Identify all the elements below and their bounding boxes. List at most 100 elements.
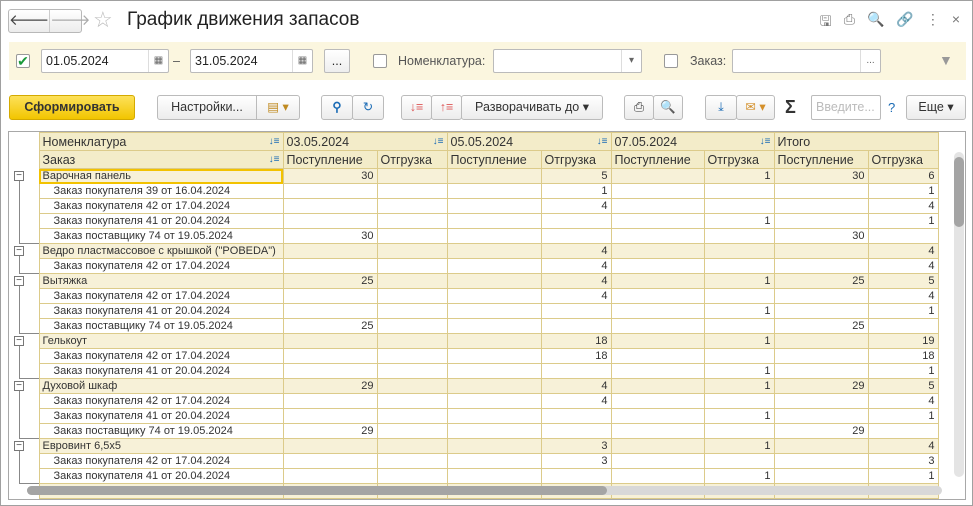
collapse-icon[interactable]: − xyxy=(14,440,24,451)
column-header[interactable]: Поступление xyxy=(282,150,378,169)
order-checkbox[interactable] xyxy=(664,54,678,68)
report-table[interactable]: Номенклатура ↓≡ 03.05.2024 ↓≡ 05.05.2024 ↓≡ 07… xyxy=(8,131,966,500)
calendar-icon[interactable]: ▦ xyxy=(292,50,312,72)
period-select-button[interactable]: ... xyxy=(324,49,350,73)
collapse-icon[interactable]: − xyxy=(14,335,24,346)
select-icon[interactable]: ... xyxy=(860,50,880,72)
forward-button[interactable]: 🡒 xyxy=(49,10,90,32)
table-row[interactable]: Заказ покупателя 42 от 17.04.2024 4 4 xyxy=(9,393,939,409)
more-vert-icon[interactable]: ⋮ xyxy=(926,11,940,35)
column-header[interactable]: Отгрузка xyxy=(703,150,775,169)
email-icon[interactable]: ✉ ▾ xyxy=(736,95,775,120)
search-icon[interactable]: ⚲ xyxy=(321,95,353,120)
favorite-star-icon[interactable]: ☆ xyxy=(93,7,113,33)
column-header[interactable]: Поступление xyxy=(446,150,542,169)
table-row[interactable]: Заказ покупателя 41 от 20.04.2024 1 1 xyxy=(9,408,939,424)
generate-button[interactable]: Сформировать xyxy=(9,95,135,120)
column-header[interactable]: Отгрузка xyxy=(867,150,939,169)
nomenclature-field[interactable]: ▾ xyxy=(493,49,642,73)
cell-value: 4 xyxy=(867,243,939,259)
cell-value xyxy=(610,273,705,289)
back-button[interactable]: 🡐 xyxy=(9,10,49,32)
group-row[interactable]: − Вытяжка 25 4 1 25 5 xyxy=(9,273,939,289)
help-icon[interactable]: ? xyxy=(888,100,895,115)
cell-value xyxy=(540,213,612,229)
expand-to-button[interactable]: Разворачивать до ▾ xyxy=(461,95,603,120)
collapse-icon[interactable]: − xyxy=(14,380,24,391)
preview-icon[interactable]: 🔍 xyxy=(867,11,884,35)
table-row[interactable]: Заказ покупателя 42 от 17.04.2024 4 4 xyxy=(9,198,939,214)
sum-icon[interactable]: Σ xyxy=(785,97,796,118)
column-header[interactable]: Поступление xyxy=(610,150,705,169)
column-header[interactable]: 03.05.2024 ↓≡ xyxy=(282,132,448,151)
more-button[interactable]: Еще ▾ xyxy=(906,95,966,120)
table-row[interactable]: Заказ поставщику 74 от 19.05.2024 30 30 xyxy=(9,228,939,244)
table-row[interactable]: Заказ поставщику 74 от 19.05.2024 25 25 xyxy=(9,318,939,334)
column-header[interactable]: Заказ ↓≡ xyxy=(38,150,284,169)
group-row[interactable]: − Варочная панель 30 5 1 30 6 xyxy=(9,168,939,184)
search-next-icon[interactable]: ↻ xyxy=(352,95,384,120)
column-header[interactable]: Отгрузка xyxy=(376,150,448,169)
cell-value: 30 xyxy=(773,168,869,184)
close-icon[interactable]: × xyxy=(952,11,960,35)
cell-value xyxy=(446,468,542,484)
table-row[interactable]: Заказ покупателя 42 от 17.04.2024 3 3 xyxy=(9,453,939,469)
row-name: Вытяжка xyxy=(38,273,284,289)
chevron-down-icon[interactable]: ▾ xyxy=(621,50,641,72)
cell-value: 25 xyxy=(773,273,869,289)
settings-button[interactable]: Настройки... xyxy=(157,95,257,120)
table-row[interactable]: Заказ покупателя 41 от 20.04.2024 1 1 xyxy=(9,363,939,379)
column-header[interactable]: Итого xyxy=(773,132,939,151)
table-row[interactable]: Заказ покупателя 42 от 17.04.2024 4 4 xyxy=(9,258,939,274)
link-icon[interactable]: 🔗 xyxy=(896,11,913,35)
group-row[interactable]: − Евровинт 6,5x5 3 1 4 xyxy=(9,438,939,454)
filter-icon[interactable]: ▼ xyxy=(939,52,953,68)
cell-value: 3 xyxy=(867,453,939,469)
table-row[interactable]: Заказ покупателя 42 от 17.04.2024 18 18 xyxy=(9,348,939,364)
vertical-scrollbar[interactable] xyxy=(954,152,964,477)
date-to-field[interactable]: 31.05.2024 ▦ xyxy=(190,49,313,73)
table-row[interactable]: Заказ покупателя 42 от 17.04.2024 4 4 xyxy=(9,288,939,304)
expand-all-icon[interactable]: ↓≡ xyxy=(401,95,432,120)
column-header[interactable]: Номенклатура ↓≡ xyxy=(38,132,284,151)
order-field[interactable]: ... xyxy=(732,49,881,73)
column-header[interactable]: 05.05.2024 ↓≡ xyxy=(446,132,612,151)
collapse-icon[interactable]: − xyxy=(14,275,24,286)
nomenclature-checkbox[interactable] xyxy=(373,54,387,68)
collapse-icon[interactable]: − xyxy=(14,245,24,256)
print-icon[interactable]: ⎙ xyxy=(624,95,654,120)
calendar-icon[interactable]: ▦ xyxy=(148,50,168,72)
sum-field[interactable]: Введите... xyxy=(811,95,881,120)
print-icon[interactable]: ⎙ xyxy=(844,11,855,35)
sort-icon[interactable]: ↓≡ xyxy=(269,152,280,168)
variant-menu-button[interactable]: ▤ ▾ xyxy=(256,95,300,120)
date-from-field[interactable]: 01.05.2024 ▦ xyxy=(41,49,169,73)
sort-icon[interactable]: ↓≡ xyxy=(269,134,280,150)
column-header[interactable]: Поступление xyxy=(773,150,869,169)
sort-icon[interactable]: ↓≡ xyxy=(433,134,444,150)
download-icon[interactable]: ⤓ xyxy=(705,95,737,120)
group-row[interactable]: − Гелькоут 18 1 19 xyxy=(9,333,939,349)
collapse-all-icon[interactable]: ↑≡ xyxy=(431,95,462,120)
group-row[interactable]: − Духовой шкаф 29 4 1 29 5 xyxy=(9,378,939,394)
period-checkbox[interactable]: ✔ xyxy=(16,54,30,68)
column-header[interactable]: 07.05.2024 ↓≡ xyxy=(610,132,775,151)
group-row[interactable]: − Ведро пластмассовое с крышкой ("POBEDA"… xyxy=(9,243,939,259)
table-row[interactable]: Заказ поставщику 74 от 19.05.2024 29 29 xyxy=(9,423,939,439)
sort-icon[interactable]: ↓≡ xyxy=(760,134,771,150)
horizontal-scrollbar[interactable] xyxy=(27,486,942,495)
table-row[interactable]: Заказ покупателя 41 от 20.04.2024 1 1 xyxy=(9,213,939,229)
cell-value: 4 xyxy=(540,288,612,304)
cell-value xyxy=(773,348,869,364)
table-row[interactable]: Заказ покупателя 39 от 16.04.2024 1 1 xyxy=(9,183,939,199)
preview-icon[interactable]: 🔍 xyxy=(653,95,683,120)
period-dash: – xyxy=(173,54,180,68)
cell-value: 4 xyxy=(540,273,612,289)
save-icon[interactable]: 🖫 xyxy=(820,11,832,35)
table-row[interactable]: Заказ покупателя 41 от 20.04.2024 1 1 xyxy=(9,303,939,319)
column-header[interactable]: Отгрузка xyxy=(540,150,612,169)
cell-value xyxy=(540,228,612,244)
sort-icon[interactable]: ↓≡ xyxy=(597,134,608,150)
collapse-icon[interactable]: − xyxy=(14,170,24,181)
table-row[interactable]: Заказ покупателя 41 от 20.04.2024 1 1 xyxy=(9,468,939,484)
